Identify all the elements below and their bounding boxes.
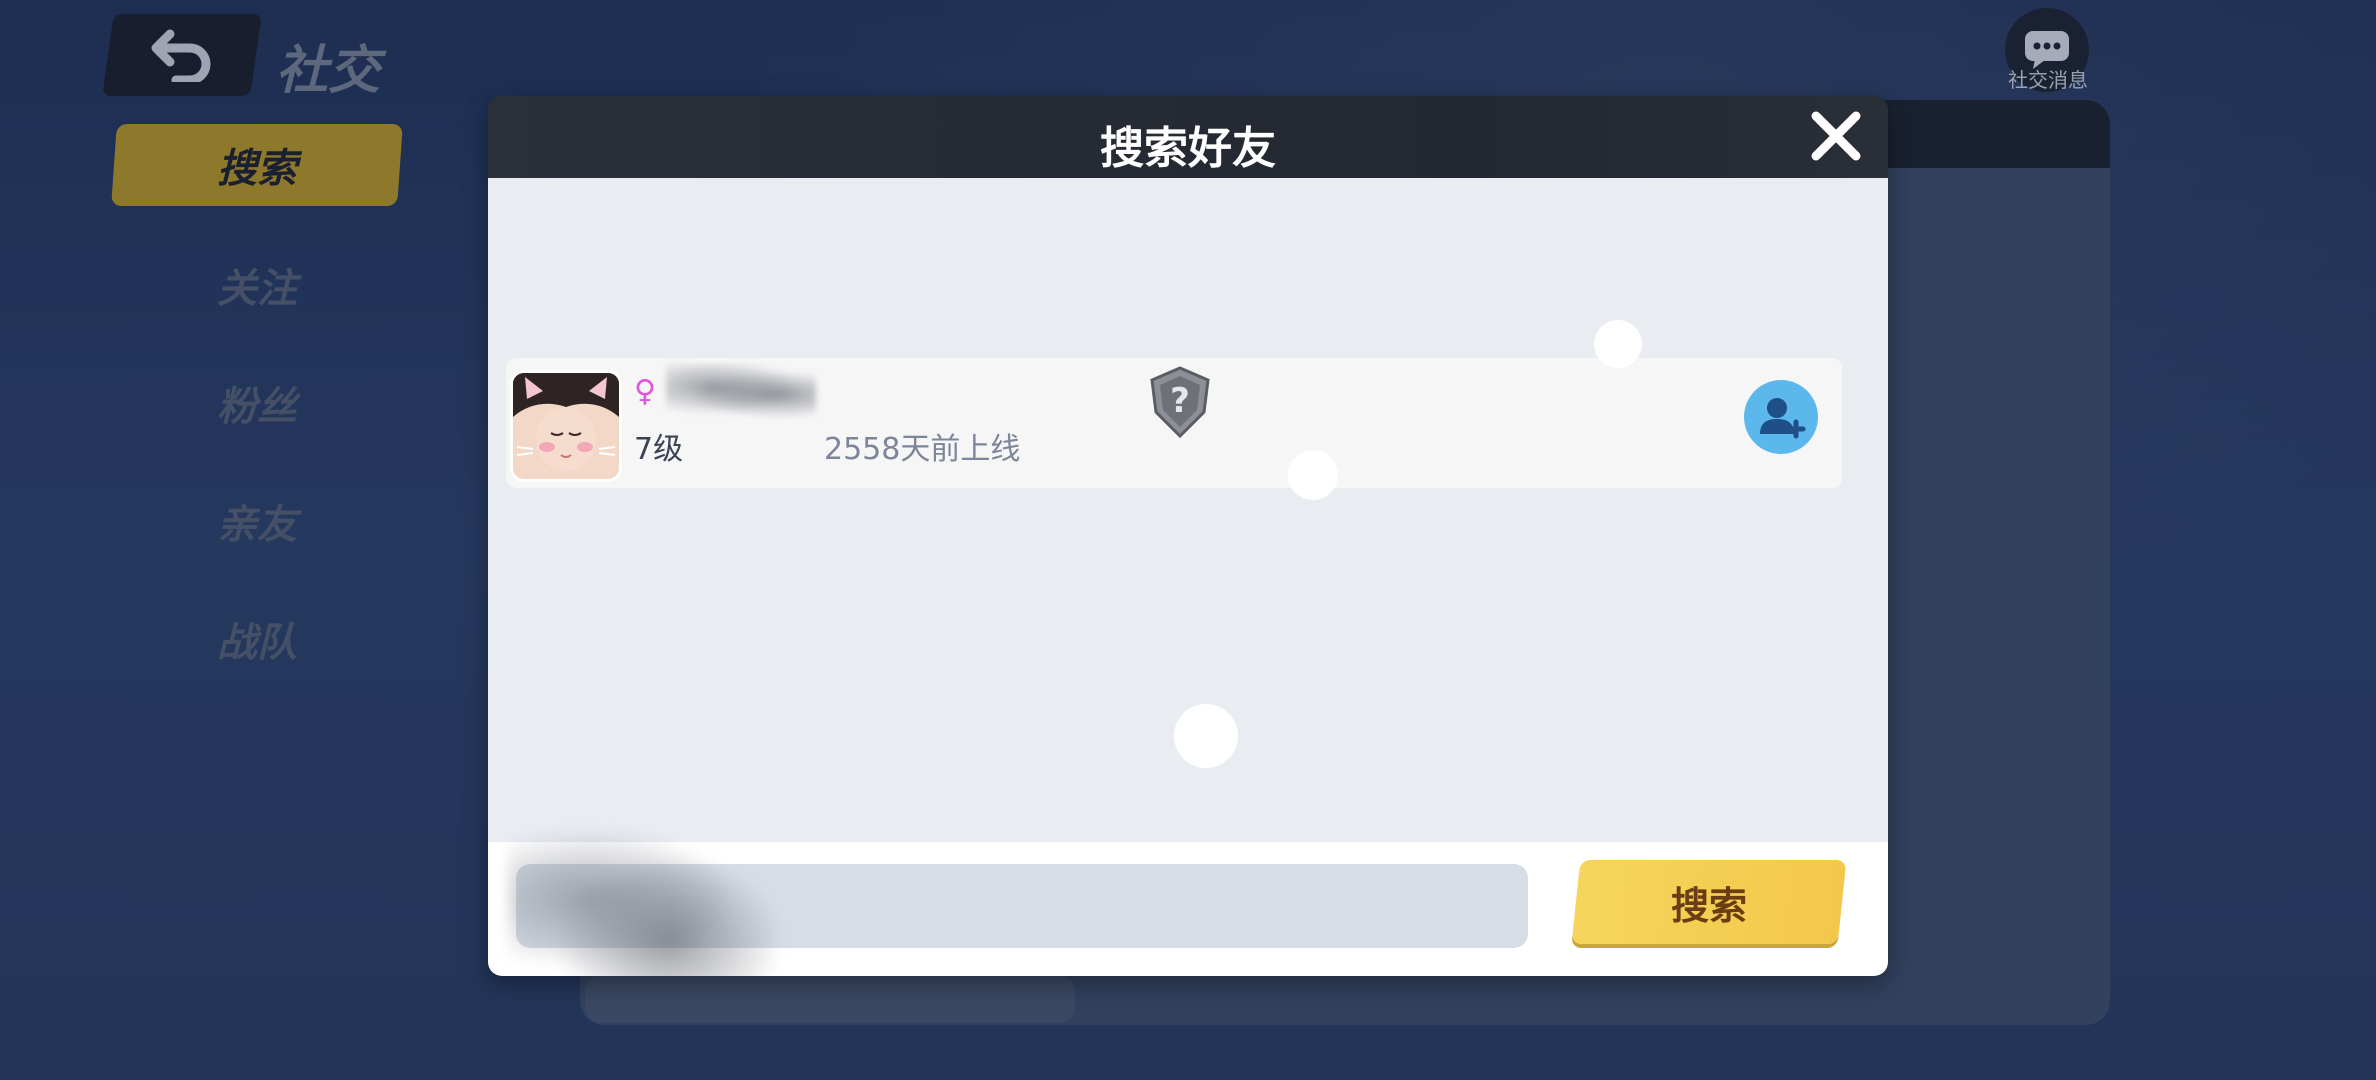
- touch-indicator: [1174, 704, 1238, 768]
- female-gender-icon: ♀: [634, 374, 656, 409]
- search-result-row[interactable]: ♀ 7级 2558天前上线 ?: [506, 358, 1842, 488]
- search-friends-dialog: 搜索好友 ♀ 7级 2558天前上线 ? 搜索: [488, 96, 1888, 976]
- player-name-redacted: [666, 364, 816, 420]
- dialog-body: ♀ 7级 2558天前上线 ?: [488, 178, 1888, 842]
- search-button[interactable]: 搜索: [1571, 860, 1847, 944]
- touch-indicator: [1288, 450, 1338, 500]
- add-friend-button[interactable]: [1744, 380, 1818, 454]
- dialog-footer: 搜索: [488, 822, 1888, 976]
- unknown-rank-shield-icon: ?: [1150, 366, 1210, 438]
- search-input[interactable]: [516, 864, 1528, 948]
- svg-text:?: ?: [1170, 381, 1190, 421]
- avatar[interactable]: [510, 370, 622, 482]
- close-icon: [1811, 111, 1861, 161]
- dialog-header: 搜索好友: [488, 96, 1888, 178]
- search-button-label: 搜索: [1670, 883, 1747, 928]
- player-level: 7级: [634, 432, 684, 467]
- add-user-icon: [1760, 398, 1806, 439]
- dialog-title: 搜索好友: [1100, 123, 1276, 174]
- last-online-status: 2558天前上线: [824, 432, 1021, 467]
- close-button[interactable]: [1808, 108, 1864, 164]
- touch-indicator: [1594, 320, 1642, 368]
- avatar-image: [513, 373, 619, 479]
